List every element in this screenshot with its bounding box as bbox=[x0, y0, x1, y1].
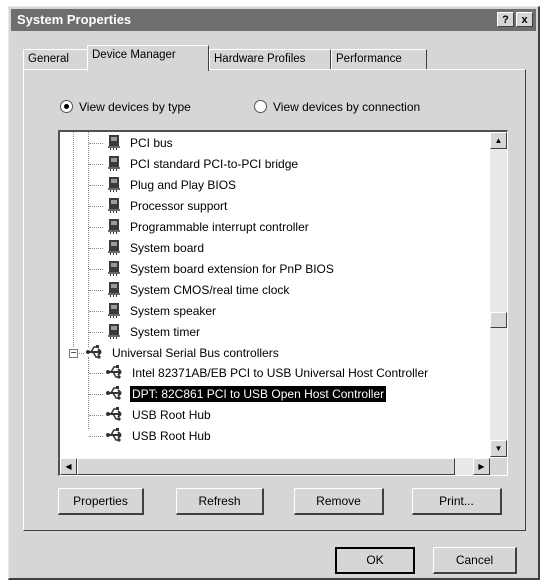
view-by-connection-option[interactable]: View devices by connection bbox=[254, 100, 420, 114]
device-label: Programmable interrupt controller bbox=[130, 220, 309, 234]
device-list-item[interactable]: System board extension for PnP BIOS bbox=[106, 259, 336, 279]
device-list-item[interactable]: PCI bus bbox=[106, 133, 175, 153]
horizontal-scrollbar[interactable]: ◀ ▶ bbox=[60, 458, 490, 475]
title-bar[interactable]: System Properties ? x bbox=[11, 9, 536, 31]
close-button[interactable]: x bbox=[516, 12, 533, 27]
device-list-item[interactable]: Processor support bbox=[106, 196, 229, 216]
view-by-connection-label: View devices by connection bbox=[273, 100, 421, 114]
device-list-item[interactable]: USB Root Hub bbox=[106, 426, 213, 446]
vertical-scrollbar[interactable]: ▲ ▼ bbox=[490, 132, 507, 457]
remove-button[interactable]: Remove bbox=[294, 488, 384, 515]
device-label: System speaker bbox=[130, 304, 217, 318]
device-list-item[interactable]: Programmable interrupt controller bbox=[106, 217, 311, 237]
properties-button[interactable]: Properties bbox=[58, 488, 144, 515]
device-label: System board bbox=[130, 241, 205, 255]
refresh-button[interactable]: Refresh bbox=[176, 488, 264, 515]
scroll-left-button[interactable]: ◀ bbox=[60, 458, 77, 475]
device-label: Processor support bbox=[130, 199, 228, 213]
scrollbar-corner bbox=[490, 458, 507, 475]
device-label: Universal Serial Bus controllers bbox=[112, 346, 279, 360]
device-label: Intel 82371AB/EB PCI to USB Universal Ho… bbox=[132, 366, 429, 380]
device-tree[interactable]: PCI bus PCI standard PCI-to-PCI bridge Plu… bbox=[58, 130, 508, 476]
usb-icon bbox=[106, 406, 124, 428]
tab-hardware-profiles[interactable]: Hardware Profiles bbox=[209, 49, 331, 69]
help-button[interactable]: ? bbox=[497, 12, 514, 27]
scroll-down-button[interactable]: ▼ bbox=[490, 440, 507, 457]
device-label: PCI standard PCI-to-PCI bridge bbox=[130, 157, 299, 171]
print-button[interactable]: Print... bbox=[412, 488, 502, 515]
view-by-type-option[interactable]: View devices by type bbox=[60, 100, 191, 114]
device-list-item[interactable]: DPT: 82C861 PCI to USB Open Host Control… bbox=[106, 384, 387, 407]
window-title: System Properties bbox=[17, 12, 132, 27]
vertical-scroll-thumb[interactable] bbox=[490, 312, 507, 328]
tab-performance[interactable]: Performance bbox=[331, 49, 427, 69]
system-device-icon bbox=[106, 323, 122, 345]
view-by-type-radio[interactable] bbox=[60, 100, 73, 113]
view-by-type-label: View devices by type bbox=[79, 100, 191, 114]
usb-icon bbox=[86, 344, 104, 366]
horizontal-scroll-thumb[interactable] bbox=[77, 458, 455, 475]
tab-general[interactable]: General bbox=[23, 49, 89, 69]
system-device-icon bbox=[106, 134, 122, 156]
device-list-item[interactable]: Plug and Play BIOS bbox=[106, 175, 238, 195]
device-list-item[interactable]: System board bbox=[106, 238, 206, 258]
system-device-icon bbox=[106, 176, 122, 198]
cancel-button[interactable]: Cancel bbox=[433, 547, 517, 574]
device-label: Plug and Play BIOS bbox=[130, 178, 237, 192]
device-label: DPT: 82C861 PCI to USB Open Host Control… bbox=[130, 386, 387, 402]
device-list-item[interactable]: Intel 82371AB/EB PCI to USB Universal Ho… bbox=[106, 363, 430, 383]
usb-icon bbox=[106, 385, 124, 407]
system-device-icon bbox=[106, 281, 122, 303]
system-device-icon bbox=[106, 302, 122, 324]
device-category-usb[interactable]: Universal Serial Bus controllers bbox=[86, 343, 281, 363]
system-device-icon bbox=[106, 260, 122, 282]
device-label: USB Root Hub bbox=[132, 429, 211, 443]
scroll-right-button[interactable]: ▶ bbox=[473, 458, 490, 475]
device-label: USB Root Hub bbox=[132, 408, 211, 422]
tab-device-manager[interactable]: Device Manager bbox=[87, 45, 209, 71]
device-label: System board extension for PnP BIOS bbox=[130, 262, 334, 276]
device-label: PCI bus bbox=[130, 136, 173, 150]
system-device-icon bbox=[106, 239, 122, 261]
device-list-item[interactable]: System CMOS/real time clock bbox=[106, 280, 291, 300]
view-by-connection-radio[interactable] bbox=[254, 100, 267, 113]
ok-button[interactable]: OK bbox=[335, 547, 415, 574]
system-properties-window: System Properties ? x General Device Man… bbox=[8, 6, 540, 580]
device-list-item[interactable]: System speaker bbox=[106, 301, 218, 321]
device-manager-panel: View devices by type View devices by con… bbox=[23, 69, 526, 531]
device-list-item[interactable]: USB Root Hub bbox=[106, 405, 213, 425]
device-tree-content: PCI bus PCI standard PCI-to-PCI bridge Plu… bbox=[60, 132, 490, 457]
system-device-icon bbox=[106, 218, 122, 240]
device-label: System CMOS/real time clock bbox=[130, 283, 290, 297]
usb-icon bbox=[106, 364, 124, 386]
system-device-icon bbox=[106, 155, 122, 177]
system-device-icon bbox=[106, 197, 122, 219]
scroll-up-button[interactable]: ▲ bbox=[490, 132, 507, 149]
usb-icon bbox=[106, 427, 124, 449]
device-label: System timer bbox=[130, 325, 201, 339]
collapse-usb-expander[interactable]: − bbox=[69, 349, 78, 359]
device-list-item[interactable]: PCI standard PCI-to-PCI bridge bbox=[106, 154, 300, 174]
device-list-item[interactable]: System timer bbox=[106, 322, 202, 342]
